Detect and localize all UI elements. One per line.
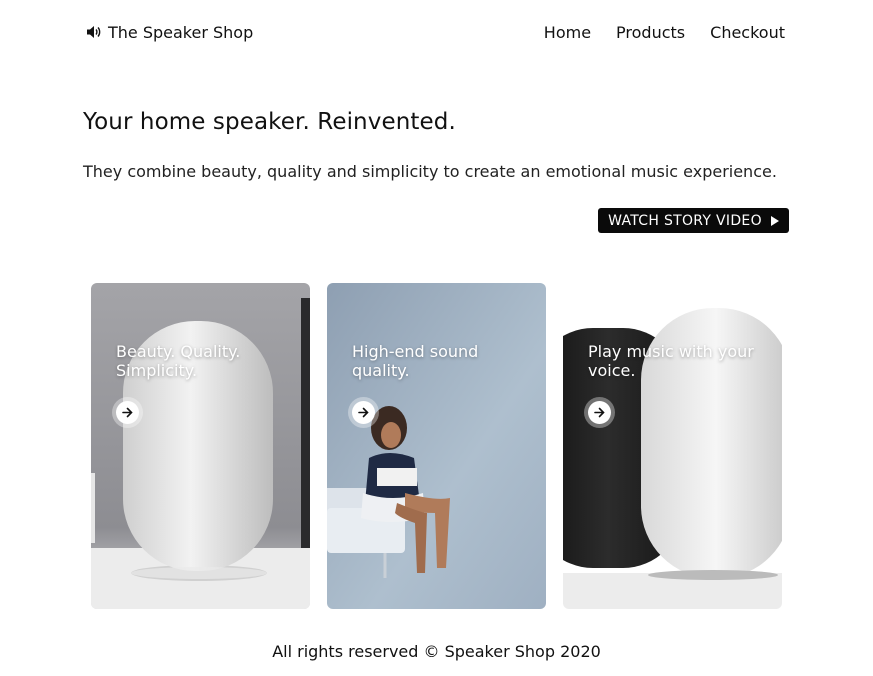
top-nav: The Speaker Shop Home Products Checkout xyxy=(86,20,785,44)
feature-card-voice[interactable]: Play music with your voice. xyxy=(563,283,782,609)
footer: All rights reserved © Speaker Shop 2020 xyxy=(0,642,873,661)
watch-story-video-label: WATCH STORY VIDEO xyxy=(608,212,762,229)
card-caption: High-end sound quality. xyxy=(352,342,479,380)
nav-link-home[interactable]: Home xyxy=(544,23,591,42)
card-caption: Beauty. Quality. Simplicity. xyxy=(116,342,241,380)
speaker-photo xyxy=(91,283,310,609)
speakers-photo xyxy=(563,283,782,609)
listener-photo xyxy=(327,283,546,609)
feature-cards: Beauty. Quality. Simplicity. High-end so… xyxy=(91,283,782,609)
feature-card-beauty[interactable]: Beauty. Quality. Simplicity. xyxy=(91,283,310,609)
footer-copyright: All rights reserved © Speaker Shop 2020 xyxy=(272,642,601,661)
card-caption: Play music with your voice. xyxy=(588,342,754,380)
feature-card-sound[interactable]: High-end sound quality. xyxy=(327,283,546,609)
brand[interactable]: The Speaker Shop xyxy=(86,23,253,42)
watch-story-video-button[interactable]: WATCH STORY VIDEO xyxy=(598,208,789,233)
arrow-right-icon[interactable] xyxy=(352,401,375,424)
nav-link-products[interactable]: Products xyxy=(616,23,685,42)
play-icon xyxy=(770,215,779,226)
hero-title: Your home speaker. Reinvented. xyxy=(83,109,456,135)
speaker-volume-icon xyxy=(87,26,101,38)
hero-subtitle: They combine beauty, quality and simplic… xyxy=(83,162,777,181)
main-menu: Home Products Checkout xyxy=(544,23,785,42)
brand-name: The Speaker Shop xyxy=(108,22,254,42)
arrow-right-icon[interactable] xyxy=(588,401,611,424)
nav-link-checkout[interactable]: Checkout xyxy=(710,23,785,42)
arrow-right-icon[interactable] xyxy=(116,401,139,424)
